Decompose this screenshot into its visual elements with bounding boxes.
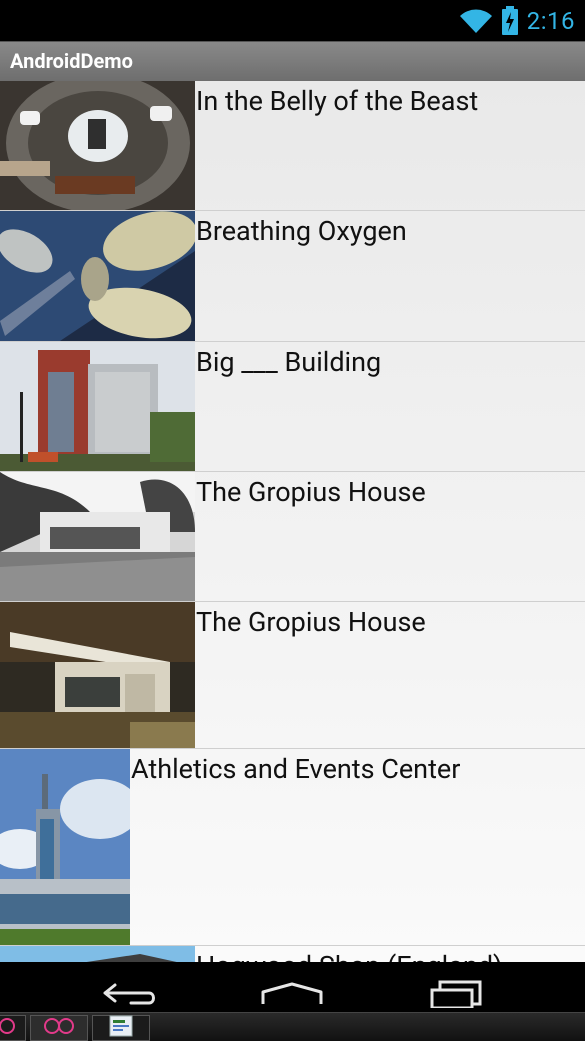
thumbnail-image — [0, 749, 130, 945]
taskbar-app-1[interactable] — [0, 1015, 26, 1041]
home-button[interactable] — [257, 980, 327, 1012]
thumbnail-image — [0, 946, 195, 962]
item-title: In the Belly of the Beast — [196, 85, 479, 117]
item-title: Breathing Oxygen — [196, 215, 407, 247]
thumbnail-image — [0, 211, 195, 341]
app-title: AndroidDemo — [10, 49, 133, 73]
back-button[interactable] — [95, 980, 165, 1012]
thumbnail-image — [0, 602, 195, 748]
clock: 2:16 — [526, 7, 575, 35]
document-icon — [108, 1015, 134, 1041]
item-title: Athletics and Events Center — [131, 753, 461, 785]
recents-button[interactable] — [421, 980, 491, 1012]
item-title: The Gropius House — [196, 476, 426, 508]
item-title: Hogwood Shop (England) — [196, 950, 502, 962]
battery-charging-icon — [501, 6, 519, 36]
action-bar: AndroidDemo — [0, 41, 585, 81]
back-icon — [101, 981, 159, 1011]
thumbnail-image — [0, 472, 195, 601]
thumbnail-image — [0, 342, 195, 471]
list-item[interactable]: In the Belly of the Beast — [0, 81, 585, 211]
list-item[interactable]: Hogwood Shop (England) — [0, 946, 585, 962]
list-item[interactable]: The Gropius House — [0, 472, 585, 602]
status-icons: 2:16 — [459, 5, 575, 37]
list-item[interactable]: Big ___ Building — [0, 342, 585, 472]
home-icon — [260, 982, 324, 1010]
list-item[interactable]: Breathing Oxygen — [0, 211, 585, 342]
wifi-icon — [459, 8, 493, 34]
thumbnail-image — [0, 81, 195, 210]
app-icon — [0, 1017, 16, 1039]
taskbar-app-3[interactable] — [92, 1015, 150, 1041]
photo-list[interactable]: In the Belly of the Beast Breathing Oxyg… — [0, 81, 585, 962]
item-title: The Gropius House — [196, 606, 426, 638]
navigation-bar — [0, 962, 585, 1012]
list-item[interactable]: The Gropius House — [0, 602, 585, 749]
status-bar: 2:16 — [0, 0, 585, 41]
item-title: Big ___ Building — [196, 346, 382, 378]
app-icon — [42, 1017, 76, 1039]
taskbar-app-2[interactable] — [30, 1015, 88, 1041]
host-taskbar — [0, 1012, 585, 1041]
recents-icon — [426, 980, 486, 1012]
list-item[interactable]: Athletics and Events Center — [0, 749, 585, 946]
